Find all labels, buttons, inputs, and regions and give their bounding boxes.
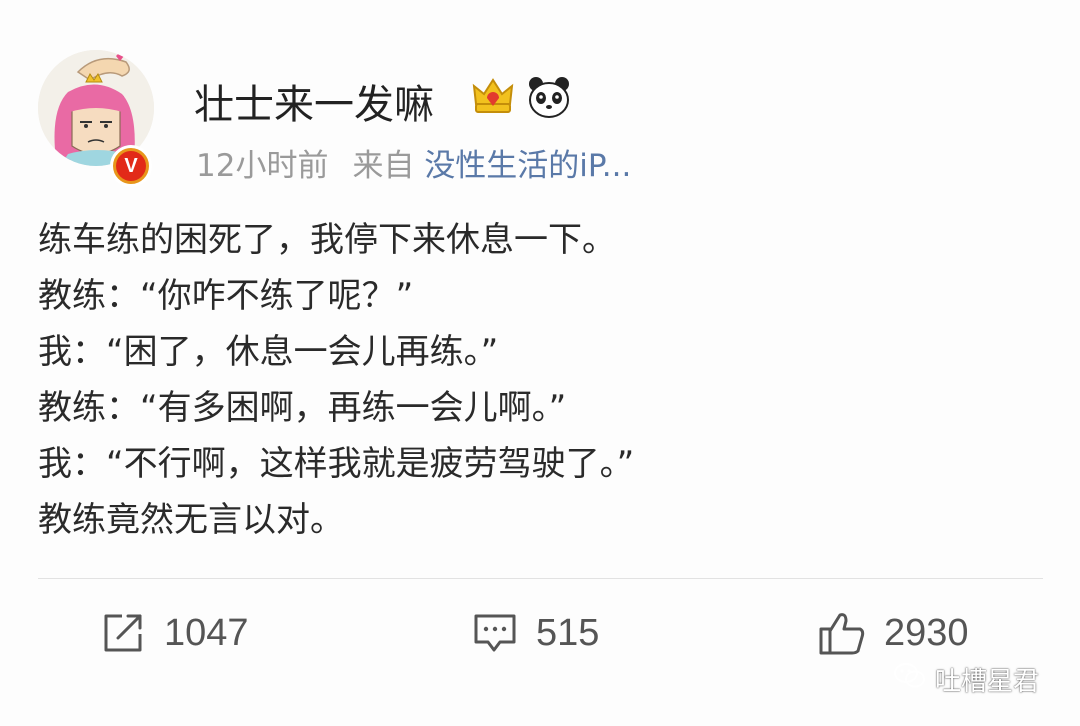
post-line: 教练：“你咋不练了呢？” [38,276,414,316]
post-line: 教练：“有多困啊，再练一会儿啊。” [38,388,567,428]
post-line: 教练竟然无言以对。 [38,500,344,540]
post-line: 我：“困了，休息一会儿再练。” [38,332,499,372]
weibo-post-card: V 壮士来一发嘛 12小时前 来自 没性生活的iP... 练车练的困死了，我停下… [0,0,1080,726]
thumbs-up-icon [818,609,866,657]
watermark-label: 吐槽星君 [935,666,1040,697]
crown-icon[interactable] [470,74,516,120]
username-link[interactable]: 壮士来一发嘛 [194,72,434,130]
like-button[interactable]: 2930 [818,605,969,661]
like-count: 2930 [884,611,969,654]
comment-button[interactable]: 515 [472,605,599,661]
watermark: 吐槽星君 [893,662,1040,697]
comment-icon [472,610,518,656]
repost-icon [100,610,146,656]
post-text: 练车练的困死了，我停下来休息一下。 教练：“你咋不练了呢？” 我：“困了，休息一… [38,212,1038,548]
source-prefix: 来自 [352,148,415,184]
post-line: 我：“不行啊，这样我就是疲劳驾驶了。” [38,444,635,484]
source-link[interactable]: 没性生活的iP... [424,148,631,184]
post-line: 练车练的困死了，我停下来休息一下。 [38,220,616,260]
verified-mark: V [116,151,146,181]
divider [38,578,1043,579]
panda-icon[interactable] [526,74,572,120]
comment-count: 515 [536,611,600,654]
post-time: 12小时前 [196,148,329,184]
wechat-icon [893,662,927,697]
verified-badge-icon: V [110,145,152,187]
repost-count: 1047 [164,611,249,654]
repost-button[interactable]: 1047 [100,605,249,661]
post-meta: 12小时前 来自 没性生活的iP... [196,140,631,185]
user-badges [470,74,572,120]
